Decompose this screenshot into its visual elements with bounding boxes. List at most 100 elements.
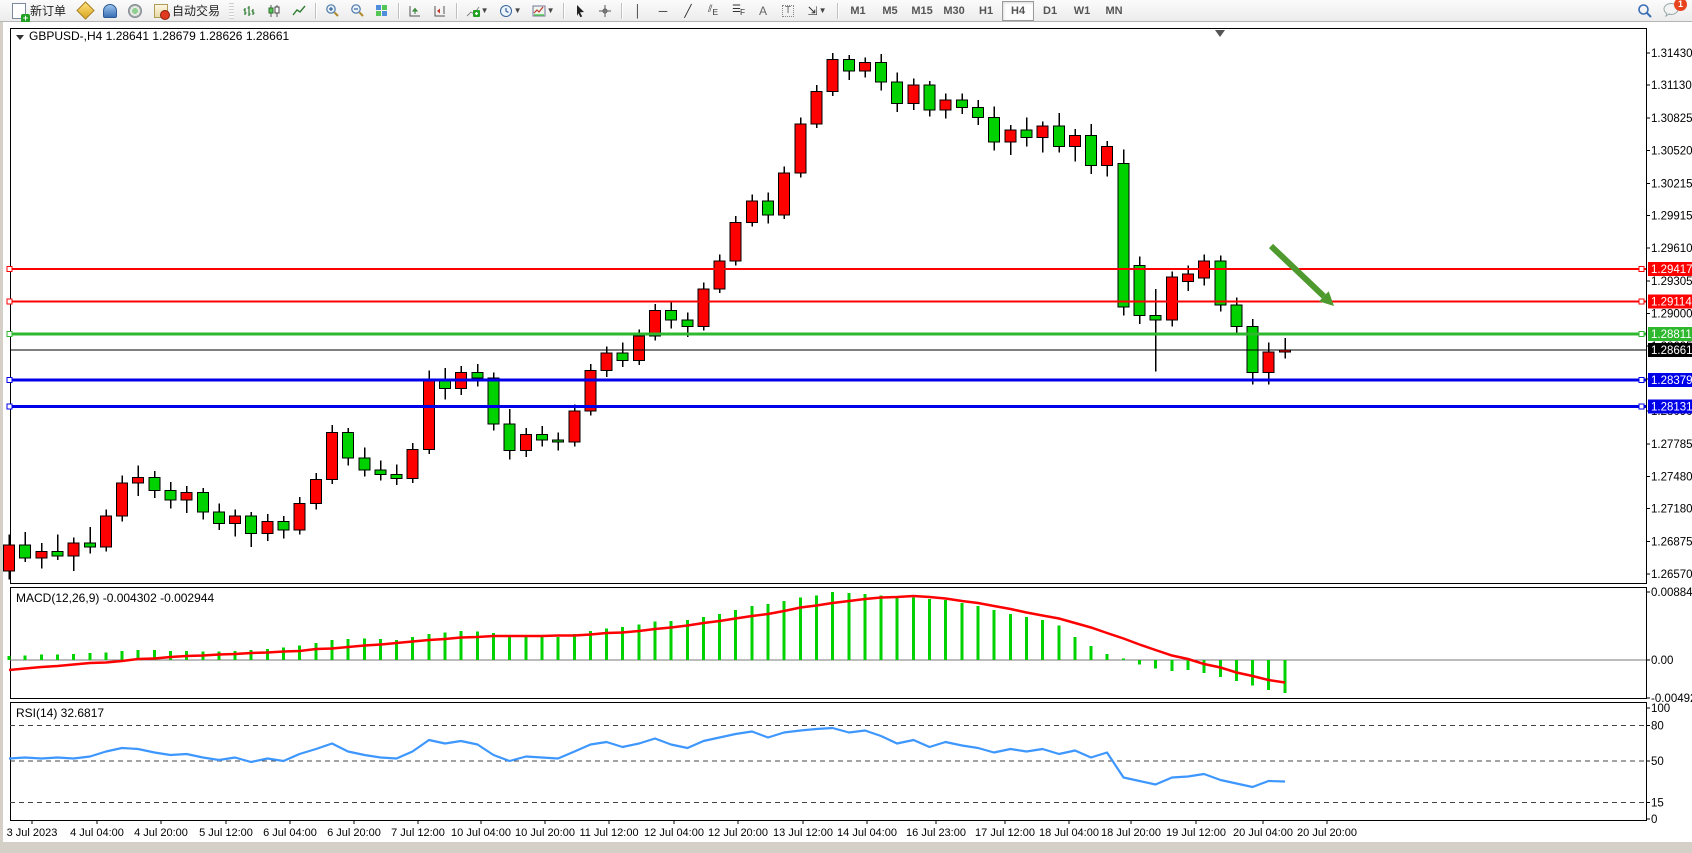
chevron-down-icon: ▼ — [547, 6, 555, 15]
candles-chart-icon — [267, 4, 281, 18]
trendline-icon: ╱ — [684, 5, 691, 17]
new-order-button[interactable]: 新订单 — [6, 0, 72, 22]
svg-text:11 Jul 12:00: 11 Jul 12:00 — [579, 827, 638, 839]
svg-text:3 Jul 2023: 3 Jul 2023 — [7, 827, 58, 839]
line-chart-button[interactable] — [287, 0, 311, 22]
svg-text:1.30825: 1.30825 — [1651, 113, 1692, 125]
svg-text:13 Jul 12:00: 13 Jul 12:00 — [773, 827, 833, 839]
horizontal-line-button[interactable]: ─ — [651, 0, 675, 22]
chevron-down-icon: ▼ — [514, 6, 522, 15]
svg-text:1.28131: 1.28131 — [1651, 402, 1692, 414]
bars-chart-icon — [242, 4, 256, 18]
market-watch-icon — [76, 1, 94, 19]
svg-text:1.30215: 1.30215 — [1651, 179, 1692, 191]
svg-text:50: 50 — [1651, 756, 1664, 768]
signals-icon — [128, 4, 142, 18]
timeframe-h1[interactable]: H1 — [970, 1, 1002, 21]
periods-icon — [499, 4, 513, 18]
svg-text:6 Jul 20:00: 6 Jul 20:00 — [327, 827, 381, 839]
vertical-line-button[interactable]: │ — [626, 0, 650, 22]
rsi-label: RSI(14) 32.6817 — [16, 706, 104, 720]
crosshair-button[interactable] — [593, 0, 617, 22]
expert-advisors-button[interactable] — [98, 0, 122, 22]
notification-badge: 1 — [1674, 0, 1687, 11]
cursor-icon — [574, 4, 587, 18]
text-label-button[interactable]: T — [776, 0, 800, 22]
zoom-out-button[interactable] — [345, 0, 369, 22]
periods-button[interactable]: ▼ — [494, 0, 526, 22]
signals-button[interactable] — [123, 0, 147, 22]
chevron-down-icon: ▼ — [481, 6, 489, 15]
templates-button[interactable]: ▼ — [527, 0, 559, 22]
timeframe-h4[interactable]: H4 — [1002, 1, 1034, 21]
new-order-label: 新订单 — [30, 2, 66, 19]
svg-text:12 Jul 04:00: 12 Jul 04:00 — [644, 827, 704, 839]
svg-text:100: 100 — [1651, 703, 1670, 715]
auto-scroll-icon — [408, 4, 422, 18]
timeframe-w1[interactable]: W1 — [1066, 1, 1098, 21]
notifications-button[interactable]: 1 — [1663, 2, 1680, 20]
svg-text:14 Jul 04:00: 14 Jul 04:00 — [837, 827, 897, 839]
indicators-button[interactable]: ▼ — [461, 0, 493, 22]
svg-text:1.28811: 1.28811 — [1651, 329, 1692, 341]
equidistant-channel-button[interactable]: ⫽E — [701, 0, 725, 22]
svg-text:6 Jul 04:00: 6 Jul 04:00 — [263, 827, 317, 839]
main-toolbar: 新订单 自动交易 ▼ ▼ ▼ — [0, 0, 1692, 22]
auto-scroll-button[interactable] — [403, 0, 427, 22]
timeframe-m5[interactable]: M5 — [874, 1, 906, 21]
candles-chart-button[interactable] — [262, 0, 286, 22]
timeframe-m1[interactable]: M1 — [842, 1, 874, 21]
text-button[interactable]: A — [751, 0, 775, 22]
timeframe-m15[interactable]: M15 — [906, 1, 938, 21]
timeframe-d1[interactable]: D1 — [1034, 1, 1066, 21]
chevron-down-icon: ▼ — [819, 6, 827, 15]
cursor-button[interactable] — [568, 0, 592, 22]
crosshair-icon — [598, 4, 612, 18]
svg-text:1.26875: 1.26875 — [1651, 537, 1692, 549]
horizontal-line-icon: ─ — [659, 5, 668, 17]
svg-text:18 Jul 20:00: 18 Jul 20:00 — [1101, 827, 1161, 839]
svg-text:4 Jul 04:00: 4 Jul 04:00 — [70, 827, 124, 839]
svg-text:1.30520: 1.30520 — [1651, 146, 1692, 158]
zoom-in-button[interactable] — [320, 0, 344, 22]
trendline-button[interactable]: ╱ — [676, 0, 700, 22]
svg-text:19 Jul 12:00: 19 Jul 12:00 — [1166, 827, 1226, 839]
toolbar-separator — [621, 3, 622, 19]
svg-text:1.31430: 1.31430 — [1651, 48, 1692, 60]
market-watch-button[interactable] — [73, 0, 97, 22]
bars-chart-button[interactable] — [237, 0, 261, 22]
expert-advisors-icon — [103, 4, 117, 18]
svg-text:17 Jul 12:00: 17 Jul 12:00 — [975, 827, 1035, 839]
fibonacci-icon: ☰F — [732, 5, 744, 16]
svg-text:10 Jul 04:00: 10 Jul 04:00 — [451, 827, 511, 839]
timeframe-mn[interactable]: MN — [1098, 1, 1130, 21]
chart-shift-icon — [433, 4, 447, 18]
search-icon[interactable] — [1637, 3, 1653, 19]
svg-text:0.00: 0.00 — [1651, 655, 1673, 667]
svg-text:18 Jul 04:00: 18 Jul 04:00 — [1039, 827, 1099, 839]
text-icon: A — [759, 5, 767, 17]
svg-text:5 Jul 12:00: 5 Jul 12:00 — [199, 827, 253, 839]
tile-windows-button[interactable] — [370, 0, 394, 22]
line-chart-icon — [292, 4, 306, 18]
svg-text:1.29915: 1.29915 — [1651, 211, 1692, 223]
svg-text:1.29305: 1.29305 — [1651, 276, 1692, 288]
toolbar-separator — [563, 3, 564, 19]
svg-text:15: 15 — [1651, 798, 1664, 810]
arrows-icon: ⇲ — [808, 5, 818, 17]
tile-windows-icon — [376, 5, 388, 17]
svg-text:4 Jul 20:00: 4 Jul 20:00 — [134, 827, 188, 839]
timeframe-m30[interactable]: M30 — [938, 1, 970, 21]
chart-window[interactable]: GBPUSD-,H4 1.28641 1.28679 1.28626 1.286… — [0, 22, 1692, 848]
svg-text:1.27180: 1.27180 — [1651, 504, 1692, 516]
svg-text:1.29114: 1.29114 — [1651, 297, 1692, 309]
candlestick-chart[interactable]: GBPUSD-,H4 1.28641 1.28679 1.28626 1.286… — [3, 22, 1692, 853]
chart-shift-button[interactable] — [428, 0, 452, 22]
auto-trading-button[interactable]: 自动交易 — [148, 0, 226, 22]
arrows-button[interactable]: ⇲ ▼ — [801, 0, 833, 22]
svg-text:1.29417: 1.29417 — [1651, 264, 1692, 276]
svg-text:1.31130: 1.31130 — [1651, 80, 1692, 92]
svg-text:1.27785: 1.27785 — [1651, 439, 1692, 451]
svg-text:80: 80 — [1651, 721, 1664, 733]
fibonacci-button[interactable]: ☰F — [726, 0, 750, 22]
